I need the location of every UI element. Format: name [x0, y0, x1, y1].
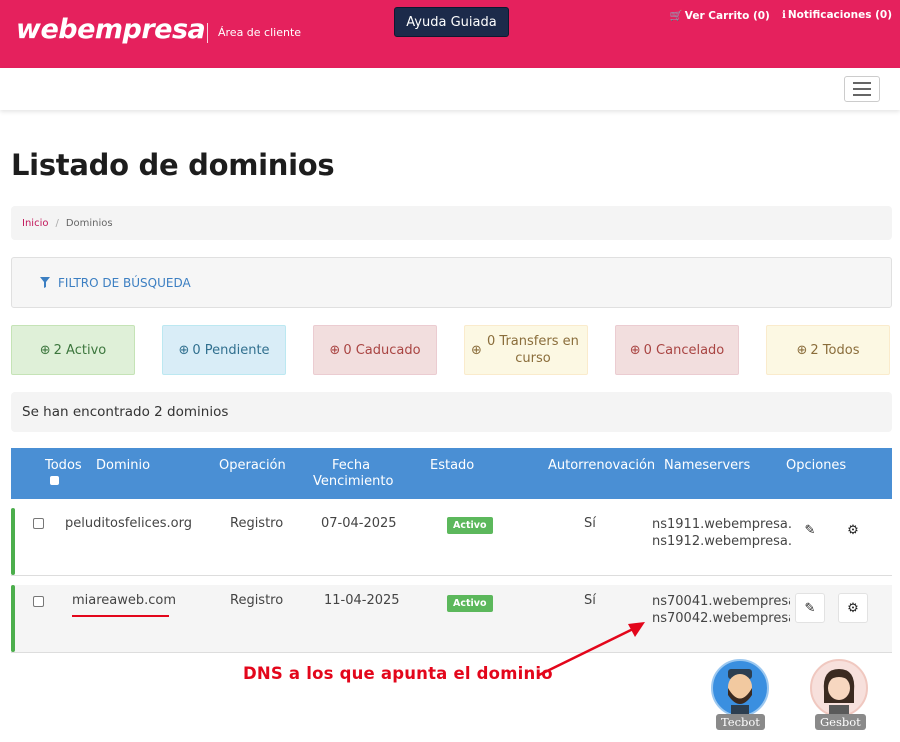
nameserver-2: ns70042.webempresa.eu [652, 611, 790, 626]
nav-bar [0, 68, 900, 110]
page-title: Listado de dominios [11, 148, 335, 182]
domain-underline-annotation [72, 615, 169, 617]
breadcrumb-home-link[interactable]: Inicio [22, 218, 48, 229]
col-status[interactable]: Estado [430, 458, 474, 474]
logo[interactable]: webempresa [16, 14, 206, 45]
domain-name[interactable]: miareaweb.com [72, 593, 176, 608]
nameserver-1: ns1911.webempresa.eu [652, 517, 792, 532]
auto-renew: Sí [584, 593, 596, 608]
col-expiry-line1[interactable]: Fecha [332, 458, 370, 474]
hamburger-icon-line [853, 94, 871, 96]
stat-active[interactable]: ⊕ 2 Activo [11, 325, 135, 375]
col-nameservers[interactable]: Nameservers [664, 458, 750, 474]
info-icon: ℹ [781, 9, 786, 21]
gesbot-label: Gesbot [815, 714, 866, 730]
menu-toggle-button[interactable] [844, 76, 880, 102]
expiry-date: 11-04-2025 [324, 593, 400, 608]
globe-icon: ⊕ [178, 342, 190, 358]
nameserver-2: ns1912.webempresa.eu [652, 534, 792, 549]
pencil-icon: ✎ [804, 600, 816, 616]
stat-pending[interactable]: ⊕ 0 Pendiente [162, 325, 286, 375]
table-row[interactable]: peluditosfelices.org Registro 07-04-2025… [11, 508, 892, 576]
col-todos: Todos [45, 458, 82, 473]
stat-label: 0 Transfers en curso [487, 334, 579, 366]
dns-annotation: DNS a los que apunta el dominio [243, 664, 553, 683]
stat-transfers[interactable]: ⊕ 0 Transfers en curso [464, 325, 588, 375]
pencil-icon: ✎ [804, 522, 816, 538]
row-checkbox[interactable] [33, 596, 44, 607]
expiry-date: 07-04-2025 [321, 516, 397, 531]
gesbot-avatar[interactable] [810, 659, 868, 717]
gear-icon: ⚙ [847, 600, 859, 616]
table-header: Todos Dominio Operación Fecha Vencimient… [11, 448, 892, 499]
hamburger-icon-line [853, 88, 871, 90]
status-indicator [11, 508, 15, 575]
settings-button[interactable]: ⚙ [838, 593, 868, 623]
globe-icon: ⊕ [796, 342, 808, 358]
status-badge: Activo [447, 517, 493, 534]
col-domain[interactable]: Dominio [96, 458, 150, 474]
filter-icon [40, 277, 50, 288]
tecbot-avatar[interactable] [711, 659, 769, 717]
col-autorenew[interactable]: Autorrenovación [548, 458, 655, 474]
breadcrumb: Inicio / Dominios [11, 206, 892, 240]
auto-renew: Sí [584, 516, 596, 531]
operation: Registro [230, 593, 284, 608]
stat-label: 2 Activo [53, 342, 107, 358]
row-checkbox[interactable] [33, 518, 44, 529]
col-expiry-line2[interactable]: Vencimiento [313, 474, 393, 490]
nameserver-1: ns70041.webempresa.eu [652, 594, 790, 609]
globe-icon: ⊕ [39, 342, 51, 358]
stat-all[interactable]: ⊕ 2 Todos [766, 325, 890, 375]
tecbot-label: Tecbot [716, 714, 765, 730]
logo-divider [207, 23, 208, 43]
edit-button[interactable]: ✎ [795, 515, 825, 545]
table-row[interactable]: miareaweb.com Registro 11-04-2025 Activo… [11, 585, 892, 653]
stat-label: 0 Caducado [343, 342, 421, 358]
operation: Registro [230, 516, 284, 531]
breadcrumb-separator: / [55, 217, 59, 229]
top-bar: webempresa Área de cliente Ayuda Guiada … [0, 0, 900, 68]
filter-label: FILTRO DE BÚSQUEDA [58, 275, 191, 290]
top-links: 🛒 Ver Carrito (0) ℹ Notificaciones (0) [670, 9, 892, 22]
results-count: Se han encontrado 2 dominios [11, 392, 892, 432]
settings-button[interactable]: ⚙ [838, 515, 868, 545]
edit-button[interactable]: ✎ [795, 593, 825, 623]
woman-icon [823, 669, 855, 715]
stat-label: 0 Pendiente [192, 342, 270, 358]
status-indicator [11, 585, 15, 652]
hamburger-icon-line [853, 82, 871, 84]
cart-icon: 🛒 [669, 10, 683, 22]
globe-icon: ⊕ [471, 342, 482, 358]
cart-link[interactable]: 🛒 Ver Carrito (0) [670, 9, 770, 22]
bearded-man-icon [728, 669, 752, 715]
status-badge: Activo [447, 595, 493, 612]
area-label: Área de cliente [218, 26, 302, 39]
col-operation[interactable]: Operación [219, 458, 286, 474]
select-all-checkbox[interactable] [50, 476, 59, 485]
gear-icon: ⚙ [847, 522, 859, 538]
stat-label: 2 Todos [810, 342, 860, 358]
domain-name[interactable]: peluditosfelices.org [65, 516, 192, 531]
col-options: Opciones [786, 458, 847, 473]
notifications-link[interactable]: ℹ Notificaciones (0) [782, 9, 892, 22]
breadcrumb-current: Dominios [65, 217, 113, 229]
globe-icon: ⊕ [329, 342, 341, 358]
stat-label: 0 Cancelado [643, 342, 725, 358]
stat-cancelled[interactable]: ⊕ 0 Cancelado [615, 325, 739, 375]
stat-expired[interactable]: ⊕ 0 Caducado [313, 325, 437, 375]
help-guided-button[interactable]: Ayuda Guiada [394, 7, 509, 37]
globe-icon: ⊕ [629, 342, 641, 358]
search-filter-toggle[interactable]: FILTRO DE BÚSQUEDA [11, 257, 892, 308]
